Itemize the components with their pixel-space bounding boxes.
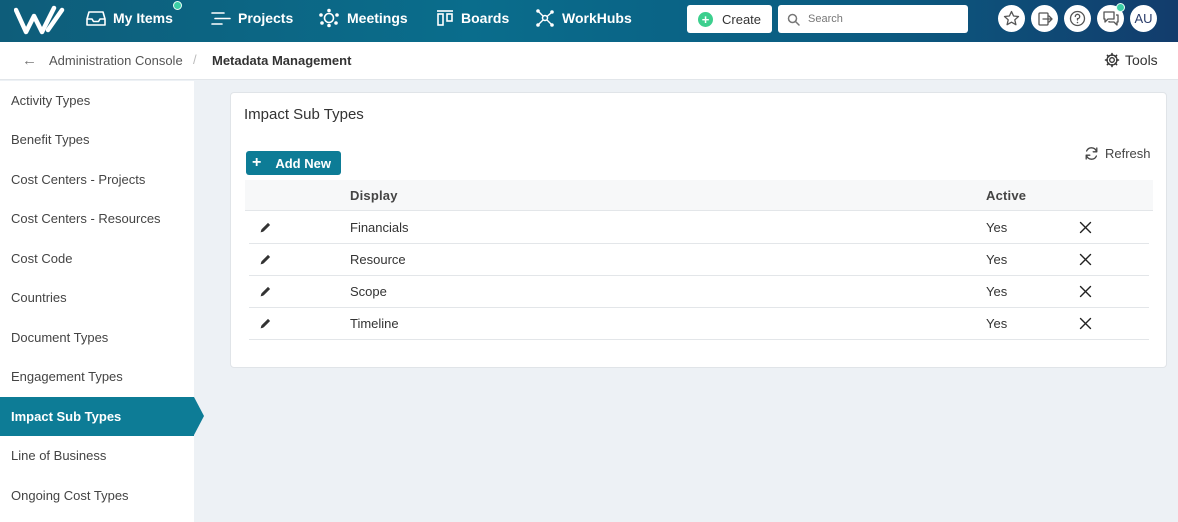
pencil-icon[interactable] bbox=[259, 221, 272, 234]
gear-icon bbox=[1104, 52, 1120, 68]
cell-display: Financials bbox=[350, 220, 409, 235]
search-icon bbox=[787, 13, 800, 26]
close-icon[interactable] bbox=[1079, 253, 1092, 266]
sidebar-item-activity-types[interactable]: Activity Types bbox=[0, 81, 194, 120]
pencil-icon[interactable] bbox=[259, 253, 272, 266]
tools-label: Tools bbox=[1125, 52, 1158, 68]
refresh-label: Refresh bbox=[1105, 146, 1151, 161]
breadcrumb-separator: / bbox=[193, 52, 197, 67]
close-icon[interactable] bbox=[1079, 285, 1092, 298]
nav-projects-label: Projects bbox=[238, 10, 294, 26]
nav-my-items[interactable]: My Items bbox=[86, 0, 173, 36]
sidebar-item-document-types[interactable]: Document Types bbox=[0, 318, 194, 357]
sidebar-item-engagement-types[interactable]: Engagement Types bbox=[0, 357, 194, 396]
table-header: Display Active bbox=[245, 180, 1153, 211]
chat-icon bbox=[1102, 11, 1119, 26]
favorites-button[interactable] bbox=[998, 5, 1025, 32]
meetings-icon bbox=[319, 8, 339, 28]
cell-active: Yes bbox=[986, 316, 1008, 331]
sidebar-item-countries[interactable]: Countries bbox=[0, 278, 194, 317]
close-icon[interactable] bbox=[1079, 221, 1092, 234]
breadcrumb-parent-link[interactable]: Administration Console bbox=[49, 53, 183, 68]
nav-boards-label: Boards bbox=[461, 10, 510, 26]
my-items-notification-dot bbox=[173, 1, 182, 10]
close-icon[interactable] bbox=[1079, 317, 1092, 330]
star-icon bbox=[1003, 10, 1020, 26]
nav-meetings-label: Meetings bbox=[347, 10, 408, 26]
breadcrumb: ← Administration Console / Metadata Mana… bbox=[0, 42, 1178, 80]
cell-display: Resource bbox=[350, 252, 406, 267]
refresh-button[interactable]: Refresh bbox=[1084, 146, 1151, 161]
create-button[interactable]: + Create bbox=[687, 5, 772, 33]
add-new-label: Add New bbox=[275, 155, 331, 171]
sidebar-item-cost-centers-projects[interactable]: Cost Centers - Projects bbox=[0, 160, 194, 199]
sidebar-item-cost-centers-resources[interactable]: Cost Centers - Resources bbox=[0, 199, 194, 238]
top-navigation-bar: My Items Projects Meetings Boards WorkHu… bbox=[0, 0, 1178, 42]
chat-notification-dot bbox=[1116, 3, 1125, 12]
help-button[interactable] bbox=[1064, 5, 1091, 32]
nav-workhubs-label: WorkHubs bbox=[562, 10, 632, 26]
sidebar-item-cost-code[interactable]: Cost Code bbox=[0, 239, 194, 278]
cell-active: Yes bbox=[986, 252, 1008, 267]
table-row: Scope Yes bbox=[249, 276, 1149, 308]
cell-active: Yes bbox=[986, 284, 1008, 299]
logout-button[interactable] bbox=[1031, 5, 1058, 32]
sidebar-item-ongoing-cost-types[interactable]: Ongoing Cost Types bbox=[0, 476, 194, 515]
table-row: Resource Yes bbox=[249, 244, 1149, 276]
help-icon bbox=[1069, 10, 1086, 27]
pencil-icon[interactable] bbox=[259, 285, 272, 298]
table-row: Timeline Yes bbox=[249, 308, 1149, 340]
avatar[interactable]: AU bbox=[1130, 5, 1157, 32]
page-title: Metadata Management bbox=[212, 53, 352, 68]
refresh-icon bbox=[1085, 147, 1098, 160]
add-new-button[interactable]: + Add New bbox=[246, 151, 341, 175]
inbox-icon bbox=[86, 10, 106, 26]
cell-display: Scope bbox=[350, 284, 387, 299]
sidebar-item-benefit-types[interactable]: Benefit Types bbox=[0, 120, 194, 159]
search-box[interactable] bbox=[778, 5, 968, 33]
nav-boards[interactable]: Boards bbox=[436, 0, 509, 36]
workhubs-icon bbox=[536, 9, 554, 27]
nav-meetings[interactable]: Meetings bbox=[318, 0, 408, 36]
pencil-icon[interactable] bbox=[259, 317, 272, 330]
back-arrow-icon[interactable]: ← bbox=[22, 52, 37, 69]
column-header-display[interactable]: Display bbox=[350, 188, 398, 203]
impact-sub-types-card: Impact Sub Types + Add New Refresh Displ… bbox=[230, 92, 1167, 368]
cell-display: Timeline bbox=[350, 316, 399, 331]
metadata-sidebar: Activity Types Benefit Types Cost Center… bbox=[0, 81, 204, 522]
boards-icon bbox=[437, 9, 453, 26]
nav-my-items-label: My Items bbox=[113, 10, 173, 26]
column-header-active[interactable]: Active bbox=[986, 188, 1026, 203]
app-logo-icon[interactable] bbox=[14, 4, 66, 36]
sidebar-item-line-of-business[interactable]: Line of Business bbox=[0, 436, 194, 475]
create-button-label: Create bbox=[722, 11, 762, 27]
plus-icon: + bbox=[252, 154, 262, 171]
sidebar-item-impact-sub-types[interactable]: Impact Sub Types bbox=[0, 397, 204, 436]
search-input[interactable] bbox=[808, 13, 958, 25]
nav-projects[interactable]: Projects bbox=[211, 0, 293, 36]
projects-icon bbox=[211, 11, 231, 25]
plus-circle-icon: + bbox=[698, 11, 713, 27]
table-row: Financials Yes bbox=[249, 212, 1149, 244]
section-title: Impact Sub Types bbox=[244, 106, 364, 123]
tools-button[interactable]: Tools bbox=[1104, 52, 1158, 68]
nav-workhubs[interactable]: WorkHubs bbox=[535, 0, 632, 36]
logout-icon bbox=[1037, 11, 1053, 26]
cell-active: Yes bbox=[986, 220, 1008, 235]
